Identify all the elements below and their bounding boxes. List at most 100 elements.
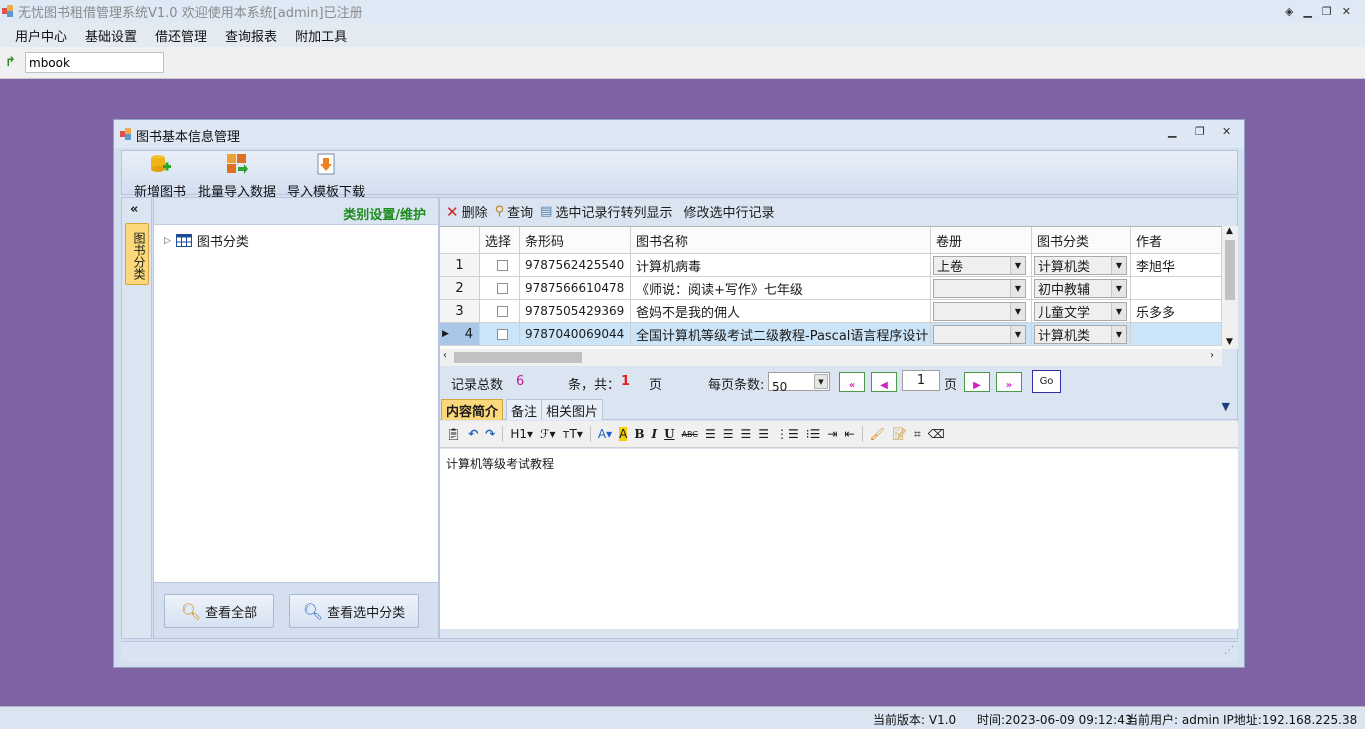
scroll-right-icon[interactable]: › bbox=[1210, 350, 1214, 361]
category-dropdown[interactable]: 儿童文学 ▼ bbox=[1034, 301, 1127, 321]
bullet-list-icon[interactable]: ⁝☰ bbox=[806, 427, 821, 441]
category-dropdown[interactable]: 计算机类 ▼ bbox=[1034, 255, 1127, 275]
outdent-icon[interactable]: ⇤ bbox=[844, 427, 854, 441]
category-cell[interactable]: 计算机类 ▼ bbox=[1032, 254, 1131, 277]
volume-dropdown[interactable]: 上卷 ▼ bbox=[933, 255, 1026, 275]
go-arrow-icon[interactable]: ↱ bbox=[5, 55, 16, 70]
skin-icon[interactable]: ◈ bbox=[1285, 5, 1293, 18]
scroll-down-icon[interactable]: ▼ bbox=[1226, 337, 1233, 347]
window-close-icon[interactable]: ✕ bbox=[1222, 125, 1231, 138]
content-editor[interactable]: 计算机等级考试教程 bbox=[440, 449, 1238, 629]
heading-icon[interactable]: H1▾ bbox=[510, 427, 533, 441]
table-row[interactable]: 1 9787562425540 计算机病毒 上卷 ▼ 计算机类 ▼ 李旭华 bbox=[440, 254, 1222, 277]
row-number[interactable]: ▶ 4 bbox=[440, 323, 480, 346]
category-dropdown[interactable]: 计算机类 ▼ bbox=[1034, 324, 1127, 344]
category-cell[interactable]: 计算机类 ▼ bbox=[1032, 323, 1131, 346]
row-checkbox[interactable] bbox=[496, 305, 508, 317]
select-cell[interactable] bbox=[480, 300, 520, 323]
category-maintenance-link[interactable]: 类别设置/维护 bbox=[343, 204, 426, 223]
ordered-list-icon[interactable]: ⋮☰ bbox=[776, 427, 799, 441]
volume-cell[interactable]: ▼ bbox=[931, 277, 1032, 300]
batch-import-button[interactable]: 批量导入数据 bbox=[198, 153, 276, 200]
volume-cell[interactable]: 上卷 ▼ bbox=[931, 254, 1032, 277]
row-to-column-button[interactable]: ▤ 选中记录行转列显示 bbox=[540, 202, 672, 221]
chevron-down-icon[interactable]: ▼ bbox=[1010, 256, 1025, 274]
table-row[interactable]: 3 9787505429369 爸妈不是我的佣人 ▼ 儿童文学 ▼ 乐多多 bbox=[440, 300, 1222, 323]
col-book-name[interactable]: 图书名称 bbox=[631, 227, 931, 254]
justify-icon[interactable]: ☰ bbox=[758, 427, 769, 441]
window-minimize-icon[interactable]: ▁ bbox=[1168, 125, 1176, 138]
paste-icon[interactable]: 📋︎ bbox=[446, 427, 461, 441]
window-restore-icon[interactable]: ❐ bbox=[1195, 125, 1205, 138]
module-input[interactable] bbox=[25, 52, 164, 73]
row-checkbox[interactable] bbox=[496, 259, 508, 271]
book-name-cell[interactable]: 《师说：阅读+写作》七年级 bbox=[631, 277, 931, 300]
collapse-icon[interactable]: « bbox=[130, 202, 138, 217]
prev-page-button[interactable]: ◀ bbox=[871, 372, 897, 392]
view-all-button[interactable]: 🔍︎ 查看全部 bbox=[164, 594, 274, 628]
row-number[interactable]: 3 bbox=[440, 300, 480, 323]
table-row[interactable]: 2 9787566610478 《师说：阅读+写作》七年级 ▼ 初中教辅 ▼ bbox=[440, 277, 1222, 300]
next-page-button[interactable]: ▶ bbox=[964, 372, 990, 392]
tab-menu-icon[interactable]: ▼ bbox=[1222, 400, 1230, 413]
tab-summary[interactable]: 内容简介 bbox=[441, 399, 504, 420]
volume-dropdown[interactable]: ▼ bbox=[933, 278, 1026, 298]
barcode-cell[interactable]: 9787505429369 bbox=[520, 300, 631, 323]
select-cell[interactable] bbox=[480, 277, 520, 300]
edit-row-button[interactable]: 修改选中行记录 bbox=[683, 202, 774, 221]
row-checkbox[interactable] bbox=[496, 282, 508, 294]
col-category[interactable]: 图书分类 bbox=[1032, 227, 1131, 254]
book-name-cell[interactable]: 计算机病毒 bbox=[631, 254, 931, 277]
volume-dropdown[interactable]: ▼ bbox=[933, 301, 1026, 321]
current-page-input[interactable]: 1 bbox=[902, 370, 940, 391]
align-right-icon[interactable]: ☰ bbox=[741, 427, 752, 441]
chevron-down-icon[interactable]: ▼ bbox=[1111, 256, 1126, 274]
book-name-cell[interactable]: 爸妈不是我的佣人 bbox=[631, 300, 931, 323]
redo-icon[interactable]: ↷ bbox=[485, 427, 495, 441]
select-cell[interactable] bbox=[480, 323, 520, 346]
volume-cell[interactable]: ▼ bbox=[931, 323, 1032, 346]
table-row-selected[interactable]: ▶ 4 9787040069044 全国计算机等级考试二级教程-Pascal语言程… bbox=[440, 323, 1222, 346]
author-cell[interactable] bbox=[1131, 323, 1222, 346]
col-author[interactable]: 作者 bbox=[1131, 227, 1222, 254]
eraser-icon[interactable]: ⌫ bbox=[928, 427, 945, 441]
barcode-cell[interactable]: 9787562425540 bbox=[520, 254, 631, 277]
per-page-select[interactable]: 50 ▼ bbox=[768, 372, 830, 394]
author-cell[interactable] bbox=[1131, 277, 1222, 300]
scroll-up-icon[interactable]: ▲ bbox=[1226, 226, 1233, 236]
first-page-button[interactable]: « bbox=[839, 372, 865, 392]
select-cell[interactable] bbox=[480, 254, 520, 277]
close-icon[interactable]: ✕ bbox=[1342, 5, 1351, 18]
highlight-icon[interactable]: A bbox=[619, 427, 628, 441]
chevron-down-icon[interactable]: ▼ bbox=[1111, 325, 1126, 343]
font-color-icon[interactable]: A▾ bbox=[598, 427, 612, 441]
grid-vertical-scrollbar[interactable]: ▲ ▼ bbox=[1222, 226, 1238, 349]
horizontal-scroll-thumb[interactable] bbox=[454, 352, 582, 363]
italic-icon[interactable]: I bbox=[651, 427, 657, 441]
delete-button[interactable]: ✕ 删除 bbox=[446, 202, 488, 222]
menu-user-center[interactable]: 用户中心 bbox=[6, 26, 76, 45]
undo-icon[interactable]: ↶ bbox=[468, 427, 478, 441]
chevron-down-icon[interactable]: ▼ bbox=[814, 374, 828, 389]
grid-horizontal-scrollbar[interactable]: ‹ › bbox=[440, 349, 1222, 366]
col-volume[interactable]: 卷册 bbox=[931, 227, 1032, 254]
row-checkbox[interactable] bbox=[496, 328, 508, 340]
tab-remarks[interactable]: 备注 bbox=[506, 399, 543, 420]
go-button[interactable]: Go bbox=[1032, 370, 1061, 393]
bold-icon[interactable]: B bbox=[634, 427, 644, 441]
category-cell[interactable]: 初中教辅 ▼ bbox=[1032, 277, 1131, 300]
menu-tools[interactable]: 附加工具 bbox=[286, 26, 356, 45]
restore-icon[interactable]: ❐ bbox=[1322, 5, 1332, 18]
author-cell[interactable]: 李旭华 bbox=[1131, 254, 1222, 277]
book-name-cell[interactable]: 全国计算机等级考试二级教程-Pascal语言程序设计 bbox=[631, 323, 931, 346]
col-barcode[interactable]: 条形码 bbox=[520, 227, 631, 254]
tree-node-root[interactable]: ▷ 图书分类 bbox=[164, 231, 249, 250]
last-page-button[interactable]: » bbox=[996, 372, 1022, 392]
barcode-cell[interactable]: 9787566610478 bbox=[520, 277, 631, 300]
tab-images[interactable]: 相关图片 bbox=[541, 399, 604, 420]
new-book-button[interactable]: 新增图书 bbox=[134, 153, 186, 200]
minimize-icon[interactable]: ▁ bbox=[1303, 5, 1311, 18]
view-selected-button[interactable]: 🔍︎ 查看选中分类 bbox=[289, 594, 419, 628]
table-icon[interactable]: ⌗ bbox=[914, 427, 921, 442]
chevron-down-icon[interactable]: ▼ bbox=[1010, 279, 1025, 297]
